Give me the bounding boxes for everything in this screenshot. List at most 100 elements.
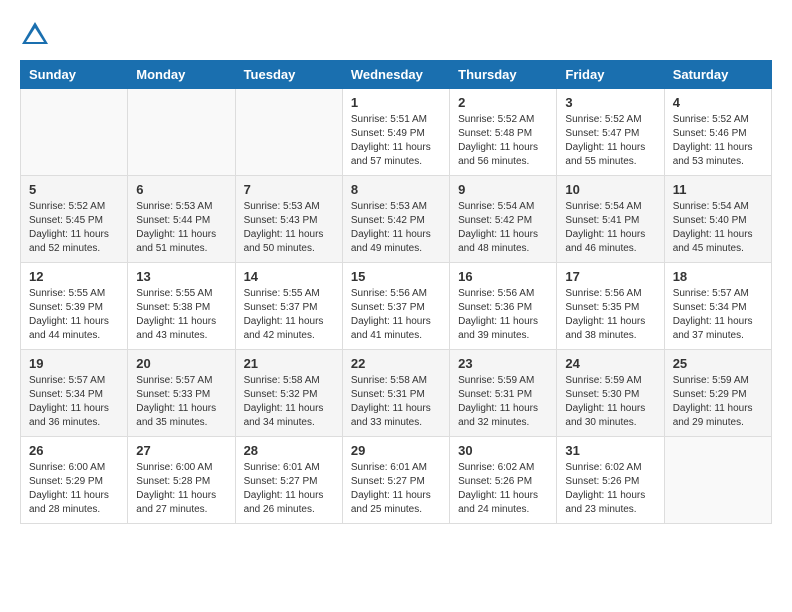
calendar-cell: 11 Sunrise: 5:54 AMSunset: 5:40 PMDayligh… (664, 176, 771, 263)
calendar-cell: 20 Sunrise: 5:57 AMSunset: 5:33 PMDayligh… (128, 350, 235, 437)
day-number: 23 (458, 356, 548, 371)
calendar-cell: 9 Sunrise: 5:54 AMSunset: 5:42 PMDaylight… (450, 176, 557, 263)
day-number: 12 (29, 269, 119, 284)
page-header (20, 20, 772, 50)
day-number: 17 (565, 269, 655, 284)
day-number: 5 (29, 182, 119, 197)
day-info: Sunrise: 5:55 AMSunset: 5:39 PMDaylight:… (29, 287, 119, 343)
calendar-cell: 25 Sunrise: 5:59 AMSunset: 5:29 PMDayligh… (664, 350, 771, 437)
day-info: Sunrise: 6:02 AMSunset: 5:26 PMDaylight:… (565, 461, 655, 517)
day-number: 19 (29, 356, 119, 371)
calendar-week-5: 26Sunrise: 6:00 AMSunset: 5:29 PMDayligh… (21, 437, 772, 524)
day-info: Sunrise: 5:59 AMSunset: 5:29 PMDaylight:… (673, 374, 763, 430)
day-number: 24 (565, 356, 655, 371)
calendar-cell: 2 Sunrise: 5:52 AMSunset: 5:48 PMDaylight… (450, 89, 557, 176)
day-number: 22 (351, 356, 441, 371)
day-number: 28 (244, 443, 334, 458)
day-info: Sunrise: 5:56 AMSunset: 5:36 PMDaylight:… (458, 287, 548, 343)
calendar-cell (235, 89, 342, 176)
day-number: 25 (673, 356, 763, 371)
day-number: 2 (458, 95, 548, 110)
calendar-cell: 8 Sunrise: 5:53 AMSunset: 5:42 PMDaylight… (342, 176, 449, 263)
calendar-table: SundayMondayTuesdayWednesdayThursdayFrid… (20, 60, 772, 524)
day-header-saturday: Saturday (664, 61, 771, 89)
calendar-cell: 30Sunrise: 6:02 AMSunset: 5:26 PMDayligh… (450, 437, 557, 524)
day-info: Sunrise: 5:53 AMSunset: 5:43 PMDaylight:… (244, 200, 334, 256)
day-info: Sunrise: 5:53 AMSunset: 5:44 PMDaylight:… (136, 200, 226, 256)
day-info: Sunrise: 6:02 AMSunset: 5:26 PMDaylight:… (458, 461, 548, 517)
day-number: 13 (136, 269, 226, 284)
calendar-cell: 17 Sunrise: 5:56 AMSunset: 5:35 PMDayligh… (557, 263, 664, 350)
day-number: 7 (244, 182, 334, 197)
calendar-cell: 18 Sunrise: 5:57 AMSunset: 5:34 PMDayligh… (664, 263, 771, 350)
day-number: 3 (565, 95, 655, 110)
day-info: Sunrise: 5:54 AMSunset: 5:40 PMDaylight:… (673, 200, 763, 256)
calendar-cell (128, 89, 235, 176)
day-header-friday: Friday (557, 61, 664, 89)
calendar-week-1: 1Sunrise: 5:51 AMSunset: 5:49 PMDaylight… (21, 89, 772, 176)
day-number: 20 (136, 356, 226, 371)
day-header-tuesday: Tuesday (235, 61, 342, 89)
day-info: Sunrise: 5:53 AMSunset: 5:42 PMDaylight:… (351, 200, 441, 256)
calendar-cell: 1Sunrise: 5:51 AMSunset: 5:49 PMDaylight… (342, 89, 449, 176)
day-info: Sunrise: 5:55 AMSunset: 5:37 PMDaylight:… (244, 287, 334, 343)
calendar-cell: 12 Sunrise: 5:55 AMSunset: 5:39 PMDayligh… (21, 263, 128, 350)
calendar-cell (664, 437, 771, 524)
calendar-cell: 5 Sunrise: 5:52 AMSunset: 5:45 PMDaylight… (21, 176, 128, 263)
day-number: 11 (673, 182, 763, 197)
calendar-cell: 7 Sunrise: 5:53 AMSunset: 5:43 PMDaylight… (235, 176, 342, 263)
calendar-cell: 29 Sunrise: 6:01 AMSunset: 5:27 PMDayligh… (342, 437, 449, 524)
calendar-cell: 23 Sunrise: 5:59 AMSunset: 5:31 PMDayligh… (450, 350, 557, 437)
calendar-week-2: 5 Sunrise: 5:52 AMSunset: 5:45 PMDaylight… (21, 176, 772, 263)
day-number: 21 (244, 356, 334, 371)
day-info: Sunrise: 5:58 AMSunset: 5:32 PMDaylight:… (244, 374, 334, 430)
day-number: 27 (136, 443, 226, 458)
day-number: 8 (351, 182, 441, 197)
day-info: Sunrise: 5:52 AMSunset: 5:46 PMDaylight:… (673, 113, 763, 169)
day-number: 6 (136, 182, 226, 197)
day-number: 16 (458, 269, 548, 284)
calendar-cell: 28 Sunrise: 6:01 AMSunset: 5:27 PMDayligh… (235, 437, 342, 524)
logo (20, 20, 54, 50)
calendar-cell: 13 Sunrise: 5:55 AMSunset: 5:38 PMDayligh… (128, 263, 235, 350)
day-info: Sunrise: 5:52 AMSunset: 5:48 PMDaylight:… (458, 113, 548, 169)
day-info: Sunrise: 6:01 AMSunset: 5:27 PMDaylight:… (351, 461, 441, 517)
calendar-cell: 6 Sunrise: 5:53 AMSunset: 5:44 PMDaylight… (128, 176, 235, 263)
day-number: 10 (565, 182, 655, 197)
day-number: 14 (244, 269, 334, 284)
day-info: Sunrise: 5:54 AMSunset: 5:42 PMDaylight:… (458, 200, 548, 256)
calendar-cell: 26Sunrise: 6:00 AMSunset: 5:29 PMDayligh… (21, 437, 128, 524)
day-header-thursday: Thursday (450, 61, 557, 89)
day-info: Sunrise: 5:59 AMSunset: 5:31 PMDaylight:… (458, 374, 548, 430)
calendar-cell (21, 89, 128, 176)
calendar-cell: 4 Sunrise: 5:52 AMSunset: 5:46 PMDaylight… (664, 89, 771, 176)
day-number: 31 (565, 443, 655, 458)
calendar-week-3: 12 Sunrise: 5:55 AMSunset: 5:39 PMDayligh… (21, 263, 772, 350)
calendar-cell: 3Sunrise: 5:52 AMSunset: 5:47 PMDaylight… (557, 89, 664, 176)
day-number: 4 (673, 95, 763, 110)
calendar-header-row: SundayMondayTuesdayWednesdayThursdayFrid… (21, 61, 772, 89)
day-number: 9 (458, 182, 548, 197)
calendar-cell: 16 Sunrise: 5:56 AMSunset: 5:36 PMDayligh… (450, 263, 557, 350)
day-info: Sunrise: 5:55 AMSunset: 5:38 PMDaylight:… (136, 287, 226, 343)
day-info: Sunrise: 6:00 AMSunset: 5:28 PMDaylight:… (136, 461, 226, 517)
calendar-cell: 27 Sunrise: 6:00 AMSunset: 5:28 PMDayligh… (128, 437, 235, 524)
day-info: Sunrise: 5:56 AMSunset: 5:37 PMDaylight:… (351, 287, 441, 343)
day-info: Sunrise: 5:54 AMSunset: 5:41 PMDaylight:… (565, 200, 655, 256)
day-info: Sunrise: 5:52 AMSunset: 5:45 PMDaylight:… (29, 200, 119, 256)
day-header-sunday: Sunday (21, 61, 128, 89)
day-number: 18 (673, 269, 763, 284)
calendar-cell: 14 Sunrise: 5:55 AMSunset: 5:37 PMDayligh… (235, 263, 342, 350)
day-info: Sunrise: 5:57 AMSunset: 5:34 PMDaylight:… (673, 287, 763, 343)
day-info: Sunrise: 6:01 AMSunset: 5:27 PMDaylight:… (244, 461, 334, 517)
calendar-cell: 22 Sunrise: 5:58 AMSunset: 5:31 PMDayligh… (342, 350, 449, 437)
day-info: Sunrise: 5:58 AMSunset: 5:31 PMDaylight:… (351, 374, 441, 430)
day-info: Sunrise: 5:59 AMSunset: 5:30 PMDaylight:… (565, 374, 655, 430)
calendar-cell: 15Sunrise: 5:56 AMSunset: 5:37 PMDayligh… (342, 263, 449, 350)
day-info: Sunrise: 6:00 AMSunset: 5:29 PMDaylight:… (29, 461, 119, 517)
day-info: Sunrise: 5:57 AMSunset: 5:33 PMDaylight:… (136, 374, 226, 430)
calendar-cell: 21 Sunrise: 5:58 AMSunset: 5:32 PMDayligh… (235, 350, 342, 437)
calendar-week-4: 19Sunrise: 5:57 AMSunset: 5:34 PMDayligh… (21, 350, 772, 437)
day-number: 29 (351, 443, 441, 458)
day-info: Sunrise: 5:56 AMSunset: 5:35 PMDaylight:… (565, 287, 655, 343)
